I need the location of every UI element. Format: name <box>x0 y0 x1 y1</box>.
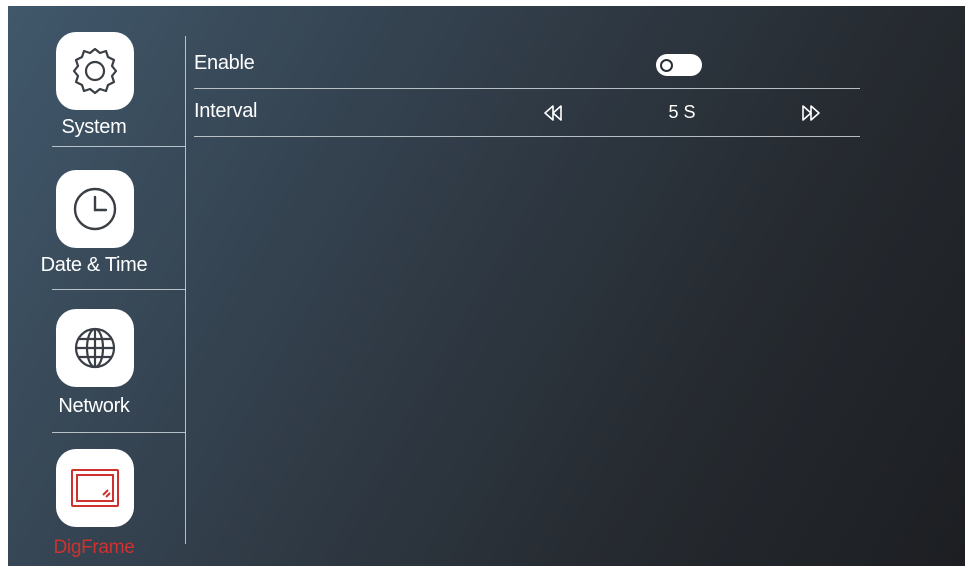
divider <box>52 432 186 433</box>
interval-decrease-button[interactable] <box>542 102 564 124</box>
divider <box>52 146 186 147</box>
interval-value: 5 S <box>668 102 696 122</box>
sidebar-item-network[interactable]: Network <box>52 309 186 449</box>
enable-toggle[interactable] <box>656 54 702 76</box>
clock-icon <box>56 170 134 248</box>
sidebar-item-label: System <box>61 116 127 138</box>
enable-row: Enable <box>194 41 860 89</box>
sidebar-divider <box>185 36 186 544</box>
toggle-knob <box>660 59 673 72</box>
digital-frame-icon <box>56 449 134 527</box>
sidebar-item-digframe[interactable]: DigFrame <box>52 449 186 566</box>
sidebar-item-label: Network <box>58 395 130 417</box>
sidebar-item-label: Date & Time <box>40 254 148 276</box>
sidebar-item-label: DigFrame <box>53 537 135 558</box>
sidebar-item-system[interactable]: System <box>52 28 186 168</box>
divider <box>52 289 186 290</box>
gear-icon <box>56 32 134 110</box>
globe-icon <box>56 309 134 387</box>
interval-increase-button[interactable] <box>800 102 822 124</box>
double-chevron-right-icon <box>802 105 820 121</box>
divider <box>194 136 860 137</box>
interval-row: Interval 5 S <box>194 89 860 137</box>
settings-screen: System Date & Time Network DigFrame Enab… <box>8 6 965 566</box>
enable-label: Enable <box>194 52 255 74</box>
sidebar-item-date-time[interactable]: Date & Time <box>41 168 186 308</box>
interval-label: Interval <box>194 100 258 122</box>
double-chevron-left-icon <box>544 105 562 121</box>
sidebar: System Date & Time Network DigFrame <box>8 6 186 566</box>
